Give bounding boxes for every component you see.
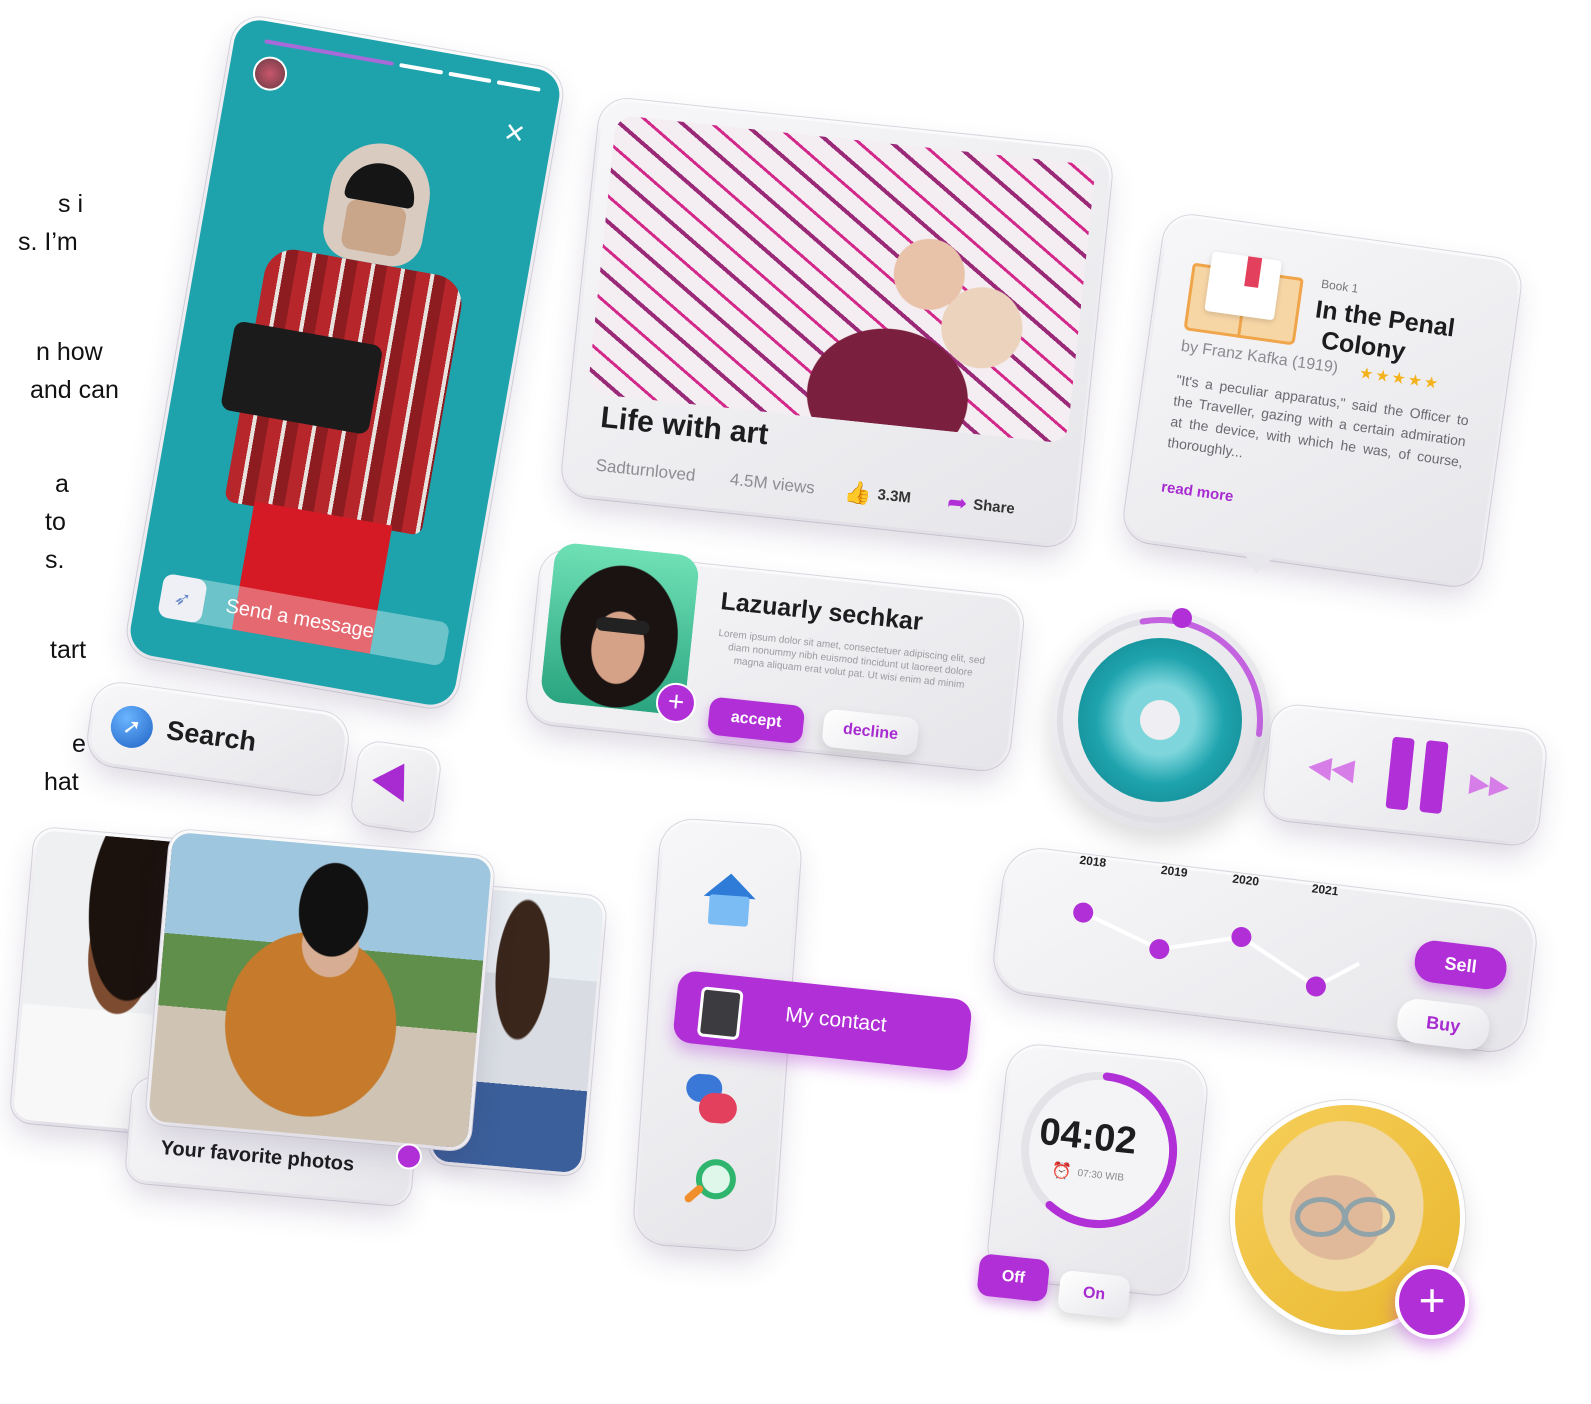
book-card: Book 1 In the Penal Colony by Franz Kafk… [1124,214,1521,587]
gallery-caption: Your favorite photos [159,1136,356,1176]
next-icon[interactable]: ▶▶ [1468,767,1511,802]
edge-text-line: tart [50,636,87,664]
decline-button[interactable]: decline [821,708,920,757]
contact-book-icon [696,986,744,1041]
video-meta-row: Sadturnloved 4.5M views 👍 3.3M ➦ Share [594,451,1055,528]
video-views: 4.5M views [729,469,816,498]
playback-knob[interactable] [1172,608,1192,628]
book-label: Book 1 [1320,276,1360,296]
timeline-widget: 2018 2019 2020 2021 Sell Buy [993,848,1537,1052]
add-photo-button[interactable]: + [1395,1265,1469,1339]
navigate-button[interactable] [352,743,440,831]
story-avatar[interactable] [250,53,290,94]
off-button[interactable]: Off [976,1253,1051,1303]
pause-button[interactable] [1378,736,1455,815]
send-icon[interactable]: ➶ [157,572,209,624]
timer-widget: 04:02 ⏰ 07:30 WIB Off On [976,1045,1207,1319]
edge-text-line: s i [58,190,83,218]
search-bar[interactable]: ➚ Search [87,682,349,796]
gallery-photo-main[interactable] [148,831,493,1149]
alarm-icon: ⏰ [1050,1162,1073,1182]
search-label[interactable]: Search [165,715,258,758]
edge-text-line: s. [45,546,65,574]
contact-bio: Lorem ipsum dolor sit amet, consectetuer… [717,627,986,691]
story-photo [174,102,520,659]
story-card[interactable]: × ➶ Send a message [126,16,564,709]
video-card[interactable]: Life with art Sadturnloved 4.5M views 👍 … [562,99,1112,546]
edge-text-line: and can [30,376,119,404]
edge-text-line: n how [36,338,103,366]
music-disc[interactable] [1050,608,1270,830]
search-icon: ➚ [108,703,156,751]
photo-gallery[interactable]: Your favorite photos [7,820,626,1230]
edge-text-line: hat [44,768,79,796]
previous-icon[interactable]: ◀◀ [1307,748,1357,788]
contact-card: + Lazuarly sechkar Lorem ipsum dolor sit… [527,541,1023,770]
edge-text-line: s. I’m [18,228,78,256]
album-art [1078,638,1242,802]
edge-text-line: a [55,470,69,498]
timeline-point [1073,902,1094,923]
player-controls: ◀◀ ▶▶ [1264,706,1546,844]
edge-text-line: e [72,730,86,758]
chat-icon[interactable] [683,1072,743,1133]
like-icon[interactable]: 👍 [843,478,873,507]
like-count: 3.3M [876,486,912,507]
timeline-point [1231,927,1252,948]
on-button[interactable]: On [1056,1269,1131,1319]
timeline-point [1305,976,1326,997]
accept-button[interactable]: accept [706,696,806,745]
alarm-time: 07:30 WIB [1076,1167,1125,1184]
magnifier-icon[interactable] [680,1155,738,1213]
video-thumbnail[interactable] [587,114,1096,444]
navigation-arrow-icon [372,763,420,811]
video-author[interactable]: Sadturnloved [595,455,731,489]
nav-item-label: My contact [784,1003,888,1037]
share-button[interactable]: Share [972,496,1015,517]
read-more-link[interactable]: read more [1160,479,1234,506]
story-progress-bar [264,39,541,92]
book-icon [1183,245,1304,346]
tooltip-pointer [1240,551,1275,576]
timeline-point [1149,939,1170,960]
edge-text-line: to [45,508,66,536]
home-icon[interactable] [699,871,759,932]
share-icon[interactable]: ➦ [946,488,969,519]
